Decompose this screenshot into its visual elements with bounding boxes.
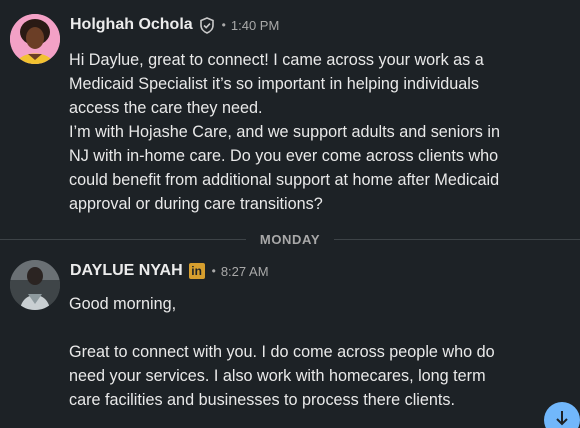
message-thread: Holghah Ochola • 1:40 PM Hi Daylue, grea…: [0, 0, 580, 428]
sender-name[interactable]: DAYLUE NYAH: [70, 262, 183, 280]
message-paragraph: Hi Daylue, great to connect! I came acro…: [69, 51, 484, 117]
message-body: Good morning, Great to connect with you.…: [69, 292, 520, 412]
separator-dot: •: [211, 264, 216, 278]
message-header: DAYLUE NYAH in • 8:27 AM: [70, 262, 269, 280]
linkedin-icon: in: [188, 263, 205, 279]
separator-dot: •: [221, 18, 226, 32]
message-body: Hi Daylue, great to connect! I came acro…: [69, 48, 520, 216]
avatar[interactable]: [10, 14, 60, 64]
sender-name[interactable]: Holghah Ochola: [70, 16, 193, 34]
divider-line: [334, 238, 580, 240]
avatar[interactable]: [10, 260, 60, 310]
scroll-to-bottom-button[interactable]: [544, 402, 580, 428]
message-header: Holghah Ochola • 1:40 PM: [70, 16, 279, 34]
message-paragraph: Good morning,: [69, 295, 177, 313]
message-timestamp: 1:40 PM: [230, 17, 280, 33]
date-divider: MONDAY: [0, 229, 580, 249]
arrow-down-icon: [554, 409, 570, 428]
verified-shield-icon: [199, 16, 215, 34]
message-paragraph: Great to connect with you. I do come acr…: [69, 343, 495, 409]
divider-line: [0, 238, 246, 240]
message-paragraph: I’m with Hojashe Care, and we support ad…: [69, 123, 500, 213]
divider-label: MONDAY: [259, 231, 321, 247]
message-timestamp: 8:27 AM: [220, 263, 269, 279]
